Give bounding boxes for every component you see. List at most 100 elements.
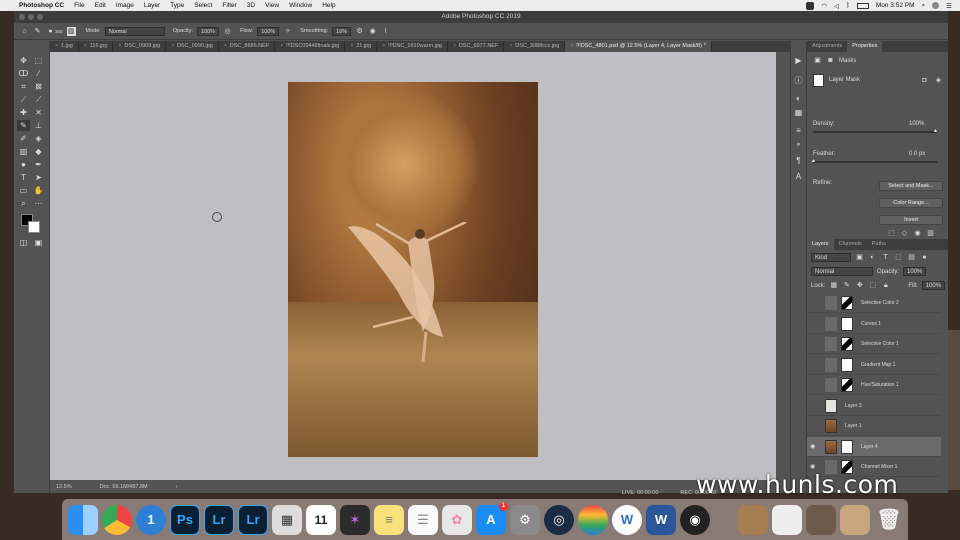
tab-dsc09448[interactable]: × !!!DSC09448finals.jpg [275,41,346,52]
path-selection-tool-icon[interactable]: ➤ [32,172,45,183]
adjustment-type-icon[interactable] [825,316,837,331]
close-tab-icon[interactable]: × [570,41,573,52]
select-and-mask-button[interactable]: Select and Mask... [879,181,943,191]
screenflow-icon[interactable] [578,504,608,535]
background-color-swatch[interactable] [28,221,40,233]
canvas-area[interactable] [50,52,776,480]
close-tab-icon[interactable]: × [171,41,174,52]
finder-icon[interactable] [68,504,98,535]
character-icon[interactable]: A [792,171,805,182]
patch-tool-icon[interactable]: ✕ [32,107,45,118]
layer-row[interactable]: Layer 1 [807,416,941,436]
downloads-stack-icon[interactable] [840,504,870,535]
filter-toggle-icon[interactable]: ● [920,253,929,262]
system-prefs-icon[interactable]: ⚙ [510,504,540,535]
layer-visibility-icon[interactable] [810,422,818,430]
wifi-icon[interactable]: ◠ [821,2,827,10]
pressure-size-icon[interactable]: ◉ [368,27,377,36]
tab-adjustments[interactable]: Adjustments [807,41,847,52]
menu-edit[interactable]: Edit [90,2,111,9]
smoothing-field[interactable]: 10% [332,26,352,36]
brush-size-icon[interactable]: ● [46,27,55,36]
mask-thumbnail[interactable] [813,73,824,87]
dodge-tool-icon[interactable]: ● [17,159,30,170]
feather-slider[interactable]: ▲ [811,158,937,164]
layer-thumbnail[interactable] [825,439,837,454]
filter-pixel-icon[interactable]: ▣ [855,253,864,262]
blur-tool-icon[interactable]: ◆ [32,146,45,157]
brush-tool-preset-icon[interactable]: ✎ [33,27,42,36]
ruler-tool-icon[interactable]: ⟋ [32,94,45,105]
battery-icon[interactable] [856,2,869,9]
window-titlebar[interactable]: Adobe Photoshop CC 2019 [14,11,948,23]
layer-visibility-icon[interactable] [810,381,818,389]
symmetry-icon[interactable]: ⌇ [381,27,390,36]
menu-3d[interactable]: 3D [242,2,260,9]
layer-visibility-icon[interactable]: ◉ [810,443,818,451]
pressure-opacity-icon[interactable]: ◎ [223,27,232,36]
status-menu-arrow-icon[interactable]: › [176,484,178,490]
filter-type-icon[interactable]: T [881,253,890,262]
close-tab-icon[interactable]: × [84,41,87,52]
tab-dsc8686[interactable]: × DSC_8686.NEF [219,41,276,52]
filter-smart-object-icon[interactable]: ▤ [907,253,916,262]
search-icon[interactable]: ⌕ [922,2,926,10]
lock-position-icon[interactable]: ✥ [855,281,864,290]
minimize-window-icon[interactable] [28,14,34,20]
adjustment-type-icon[interactable] [825,337,837,351]
color-icon[interactable]: ◐ [792,93,805,104]
flow-field[interactable]: 100% [257,26,280,36]
eraser-tool-icon[interactable]: ◈ [32,133,45,144]
menu-type[interactable]: Type [165,2,189,9]
trash-icon[interactable]: 🗑︎ [874,505,904,535]
type-tool-icon[interactable]: T [17,172,30,183]
close-tab-icon[interactable]: × [453,41,456,52]
layer-row[interactable]: Hue/Saturation 1 [807,375,941,395]
vector-mask-icon[interactable]: ◙ [826,56,835,65]
mode-select[interactable]: Normal [104,26,165,36]
zoom-window-icon[interactable] [37,14,43,20]
crop-tool-icon[interactable]: ⌗ [17,81,30,92]
menu-file[interactable]: File [69,2,89,9]
hand-tool-icon[interactable]: ✋ [32,185,45,196]
filter-adjustment-icon[interactable]: ◐ [868,253,877,262]
lock-image-icon[interactable]: ✎ [842,281,851,290]
obs-icon[interactable]: ◉ [680,504,710,535]
layer-thumbnail[interactable] [825,398,837,413]
photos-icon[interactable]: ✿ [442,504,472,535]
rectangle-tool-icon[interactable]: ▭ [17,185,30,196]
close-tab-icon[interactable]: × [280,41,283,52]
blend-mode-select[interactable]: Normal [811,267,873,276]
screen-mode-icon[interactable]: ▣ [32,237,45,248]
apply-mask-icon[interactable]: ◇ [900,229,909,238]
adjustments-icon[interactable]: ⚬ [792,139,805,150]
more-tools-icon[interactable]: ⋯ [32,198,45,209]
tab-21[interactable]: × 21.jpg [345,41,378,52]
user-icon[interactable] [932,2,940,9]
menu-select[interactable]: Select [189,2,217,9]
slider-thumb-icon[interactable]: ▲ [933,128,938,134]
history-brush-tool-icon[interactable]: ✐ [17,133,30,144]
layer-row[interactable]: Layer 3 [807,396,941,416]
delete-mask-icon[interactable]: ▥ [926,229,935,238]
layer-mask-thumbnail[interactable] [841,439,853,454]
magic-wand-tool-icon[interactable]: ⁄ [32,68,45,79]
close-tab-icon[interactable]: × [509,41,512,52]
recent-photo-icon[interactable] [738,504,768,535]
close-tab-icon[interactable]: × [224,41,227,52]
pixel-mask-icon[interactable]: ▣ [813,56,822,65]
tab-paths[interactable]: Paths [867,239,891,250]
menu-image[interactable]: Image [111,2,139,9]
menu-filter[interactable]: Filter [217,2,241,9]
1password-icon[interactable]: 1 [136,504,166,535]
opacity-field[interactable]: 100% [197,26,220,36]
layer-thumbnail[interactable] [841,357,853,372]
layer-row[interactable]: Selective Color 2 [807,293,941,313]
word-icon[interactable]: W [646,504,676,535]
lightroom-classic-icon[interactable]: Lr [238,504,268,535]
notes-icon[interactable]: ≡ [374,504,404,535]
brush-panel-icon[interactable]: ▧ [66,26,76,36]
tab-channels[interactable]: Channels [834,239,867,250]
tab-1[interactable]: × 1.jpg [50,41,79,52]
close-tab-icon[interactable]: × [55,41,58,52]
